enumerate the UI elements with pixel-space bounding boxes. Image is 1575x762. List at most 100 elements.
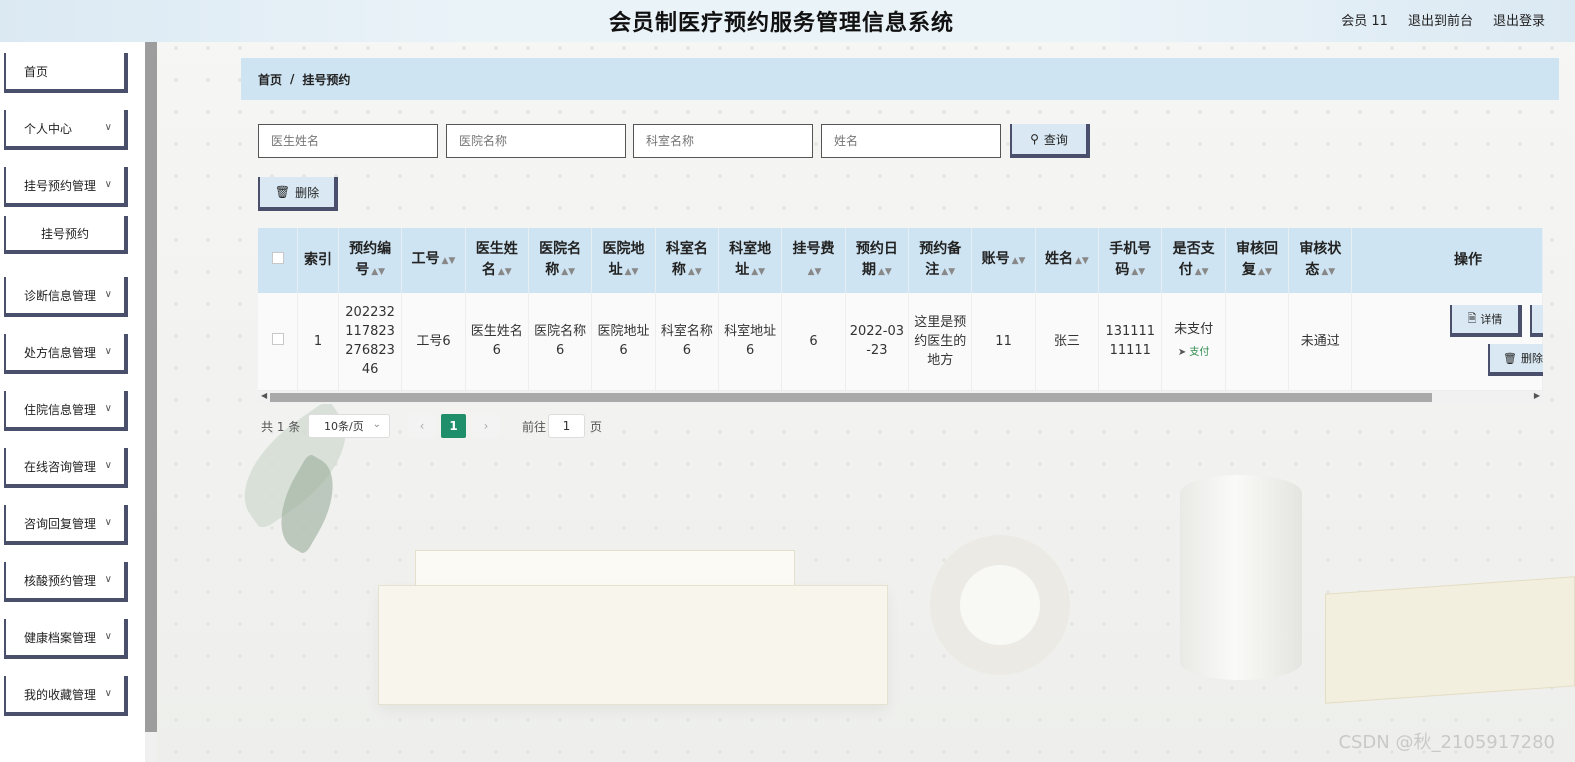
col-job-no[interactable]: 工号 ▲▼ bbox=[401, 228, 466, 293]
col-dept-addr[interactable]: 科室地址 ▲▼ bbox=[718, 228, 783, 293]
next-page-button[interactable]: › bbox=[473, 414, 499, 438]
col-name[interactable]: 姓名 ▲▼ bbox=[1035, 228, 1100, 293]
col-status[interactable]: 审核状态 ▲▼ bbox=[1288, 228, 1353, 293]
sort-icon[interactable]: ▲▼ bbox=[561, 267, 575, 277]
sort-icon[interactable]: ▲▼ bbox=[625, 267, 639, 277]
query-label: 查询 bbox=[1043, 132, 1068, 147]
row-select-cell[interactable] bbox=[258, 293, 299, 391]
sidebar-item[interactable]: 健康档案管理 ∨ bbox=[4, 619, 128, 659]
cell-status: 未通过 bbox=[1288, 293, 1353, 391]
bulk-delete-button[interactable]: 🗑 删除 bbox=[258, 177, 338, 211]
scroll-thumb[interactable] bbox=[270, 393, 1432, 402]
name-input[interactable] bbox=[821, 124, 1001, 158]
col-paid[interactable]: 是否支付 ▲▼ bbox=[1161, 228, 1226, 293]
sidebar-item[interactable]: 住院信息管理 ∨ bbox=[4, 391, 128, 431]
sidebar-item[interactable]: 核酸预约管理 ∨ bbox=[4, 562, 128, 602]
goto-page-input[interactable]: 1 bbox=[548, 414, 585, 438]
page-suffix: 页 bbox=[590, 419, 603, 434]
sort-icon[interactable]: ▲▼ bbox=[688, 267, 702, 277]
sort-icon[interactable]: ▲▼ bbox=[1131, 267, 1145, 277]
sidebar-item[interactable]: 首页 bbox=[4, 53, 128, 93]
chevron-down-icon: ∨ bbox=[104, 517, 112, 528]
cell-fee: 6 bbox=[781, 293, 846, 391]
doctor-name-input[interactable] bbox=[258, 124, 438, 158]
breadcrumb-home[interactable]: 首页 bbox=[258, 71, 282, 88]
scroll-left-arrow-icon[interactable]: ◀ bbox=[261, 391, 267, 400]
col-doctor[interactable]: 医生姓名 ▲▼ bbox=[465, 228, 529, 293]
sort-icon[interactable]: ▲▼ bbox=[941, 267, 955, 277]
sort-icon[interactable]: ▲▼ bbox=[1195, 267, 1209, 277]
sidebar-item[interactable]: 个人中心 ∨ bbox=[4, 110, 128, 150]
sidebar-item[interactable]: 在线咨询管理 ∨ bbox=[4, 448, 128, 488]
prev-page-button[interactable]: ‹ bbox=[409, 414, 435, 438]
dept-name-input[interactable] bbox=[633, 124, 813, 158]
scroll-right-arrow-icon[interactable]: ▶ bbox=[1534, 391, 1540, 400]
logout-link[interactable]: 退出登录 bbox=[1493, 10, 1545, 29]
col-index: 索引 bbox=[297, 228, 339, 293]
hospital-name-input[interactable] bbox=[446, 124, 626, 158]
pay-link[interactable]: ➤ 支付 bbox=[1178, 343, 1210, 362]
user-label: 会员 11 bbox=[1341, 14, 1388, 29]
sort-icon[interactable]: ▲▼ bbox=[1321, 267, 1335, 277]
background-box bbox=[1325, 576, 1575, 704]
cell-remark: 这里是预约医生的地方 bbox=[908, 293, 973, 391]
sort-icon[interactable]: ▲▼ bbox=[371, 267, 385, 277]
cell-dept-addr: 科室地址6 bbox=[718, 293, 783, 391]
pagination-total: 共 1 条 bbox=[261, 419, 301, 434]
detail-button[interactable]: 🗎 详情 bbox=[1450, 305, 1522, 337]
sort-icon[interactable]: ▲▼ bbox=[1075, 256, 1089, 266]
table-horizontal-scrollbar[interactable]: ◀ ▶ bbox=[258, 391, 1543, 404]
cell-job-no: 工号6 bbox=[401, 293, 466, 391]
select-all-cell[interactable] bbox=[258, 228, 299, 293]
sidebar-item[interactable]: 诊断信息管理 ∨ bbox=[4, 277, 128, 317]
sidebar-scrollbar[interactable] bbox=[145, 42, 157, 732]
table-header-row: 索引 预约编号 ▲▼ 工号 ▲▼ 医生姓名 ▲▼ 医院名称 ▲▼ 医院地址 ▲▼ 科室名称… bbox=[258, 228, 1543, 293]
edit-button[interactable] bbox=[1530, 305, 1543, 337]
sort-icon[interactable]: ▲▼ bbox=[808, 267, 822, 277]
col-fee[interactable]: 挂号费▲▼ bbox=[781, 228, 846, 293]
sidebar-item-label: 个人中心 bbox=[24, 121, 73, 136]
row-delete-button[interactable]: 🗑 删除 bbox=[1488, 344, 1543, 376]
sidebar-item-label: 我的收藏管理 bbox=[24, 687, 97, 702]
sort-icon[interactable]: ▲▼ bbox=[442, 256, 456, 266]
sort-icon[interactable]: ▲▼ bbox=[498, 267, 512, 277]
col-date[interactable]: 预约日期 ▲▼ bbox=[845, 228, 910, 293]
cell-date: 2022-03-23 bbox=[845, 293, 910, 391]
breadcrumb-current: 挂号预约 bbox=[302, 72, 351, 87]
col-booking-no[interactable]: 预约编号 ▲▼ bbox=[338, 228, 403, 293]
sidebar-item-label: 住院信息管理 bbox=[24, 402, 97, 417]
sidebar-item[interactable]: 我的收藏管理 ∨ bbox=[4, 676, 128, 716]
sidebar-item[interactable]: 挂号预约 bbox=[4, 216, 128, 254]
col-reply[interactable]: 审核回复 ▲▼ bbox=[1225, 228, 1290, 293]
sidebar-item[interactable]: 挂号预约管理 ∨ bbox=[4, 167, 128, 207]
sidebar-item[interactable]: 咨询回复管理 ∨ bbox=[4, 505, 128, 545]
cell-reply bbox=[1225, 293, 1290, 391]
cell-name: 张三 bbox=[1035, 293, 1100, 391]
cell-hospital-addr: 医院地址6 bbox=[591, 293, 656, 391]
col-dept[interactable]: 科室名称 ▲▼ bbox=[655, 228, 720, 293]
sort-icon[interactable]: ▲▼ bbox=[1258, 267, 1272, 277]
query-button[interactable]: ⚲ 查询 bbox=[1010, 124, 1090, 158]
sort-icon[interactable]: ▲▼ bbox=[751, 267, 765, 277]
back-to-front-link[interactable]: 退出到前台 bbox=[1408, 10, 1473, 29]
sidebar-item[interactable]: 处方信息管理 ∨ bbox=[4, 334, 128, 374]
trash-icon: 🗑 bbox=[274, 185, 291, 199]
cursor-icon: ➤ bbox=[1177, 347, 1187, 359]
sort-icon[interactable]: ▲▼ bbox=[1012, 256, 1026, 266]
background-ring bbox=[930, 535, 1070, 675]
col-remark[interactable]: 预约备注 ▲▼ bbox=[908, 228, 973, 293]
col-account[interactable]: 账号 ▲▼ bbox=[971, 228, 1036, 293]
breadcrumb: 首页 / 挂号预约 bbox=[241, 58, 1559, 100]
breadcrumb-separator: / bbox=[290, 72, 295, 86]
page-size-select[interactable]: 10条/页 ⌄ bbox=[308, 414, 390, 438]
row-checkbox[interactable] bbox=[271, 332, 284, 345]
sort-icon[interactable]: ▲▼ bbox=[878, 267, 892, 277]
chevron-down-icon: ∨ bbox=[104, 346, 112, 357]
col-hospital-addr[interactable]: 医院地址 ▲▼ bbox=[591, 228, 656, 293]
col-phone[interactable]: 手机号码 ▲▼ bbox=[1098, 228, 1163, 293]
sidebar-item-label: 挂号预约 bbox=[40, 226, 89, 241]
page-number-active[interactable]: 1 bbox=[441, 414, 466, 438]
col-actions: 操作 bbox=[1351, 228, 1543, 293]
select-all-checkbox[interactable] bbox=[271, 252, 284, 264]
col-hospital[interactable]: 医院名称 ▲▼ bbox=[528, 228, 593, 293]
